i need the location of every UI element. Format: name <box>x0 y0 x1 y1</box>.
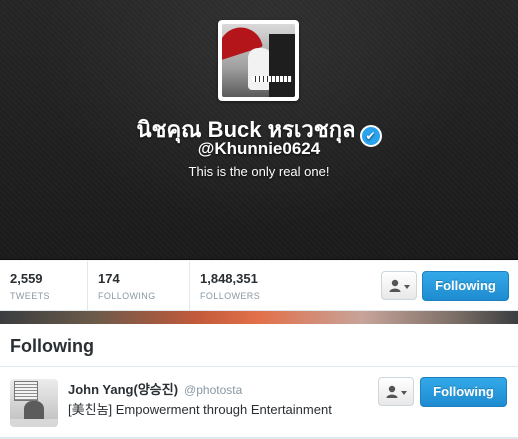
profile-avatar[interactable] <box>218 20 299 101</box>
user-bio: [美친놈] Empowerment through Entertainment <box>68 402 332 417</box>
stat-following-value: 174 <box>98 271 120 286</box>
user-name-line: John Yang(양승진) @photosta <box>68 379 242 398</box>
profile-header: นิชคุณ Buck หรเวชกุล ✔ @Khunnie0624 This … <box>0 0 518 260</box>
avatar[interactable] <box>10 379 58 427</box>
profile-avatar-image <box>222 24 295 97</box>
profile-handle[interactable]: @Khunnie0624 <box>0 139 518 159</box>
section-divider <box>0 366 518 367</box>
stat-followers-value: 1,848,351 <box>200 271 258 286</box>
stat-followers-label: FOLLOWERS <box>200 291 261 301</box>
window-blinds-shape <box>14 381 38 401</box>
following-panel: Following John Yang(양승진) @photosta [美친놈] … <box>0 324 518 439</box>
user-name[interactable]: John Yang(양승진) <box>68 382 178 397</box>
user-dropdown-icon <box>386 385 407 398</box>
floor-shape <box>10 419 58 427</box>
user-handle[interactable]: @photosta <box>184 383 242 397</box>
piano-keys-shape <box>252 76 292 82</box>
stat-tweets-label: TWEETS <box>10 291 50 301</box>
stat-followers[interactable]: 1,848,351 FOLLOWERS <box>189 261 299 311</box>
stat-following-label: FOLLOWING <box>98 291 156 301</box>
user-actions-button[interactable] <box>381 271 417 300</box>
piano-shape <box>269 34 295 97</box>
profile-banner-strip <box>0 311 518 324</box>
following-button[interactable]: Following <box>422 271 509 301</box>
profile-stats-bar: 2,559 TWEETS 174 FOLLOWING 1,848,351 FOL… <box>0 261 518 311</box>
stat-tweets[interactable]: 2,559 TWEETS <box>0 261 86 311</box>
stat-tweets-value: 2,559 <box>10 271 43 286</box>
user-dropdown-icon <box>389 279 410 292</box>
following-section-title: Following <box>10 336 94 356</box>
following-button[interactable]: Following <box>420 377 507 407</box>
user-actions-button[interactable] <box>378 377 414 406</box>
profile-bio: This is the only real one! <box>188 164 330 179</box>
stat-following[interactable]: 174 FOLLOWING <box>87 261 188 311</box>
